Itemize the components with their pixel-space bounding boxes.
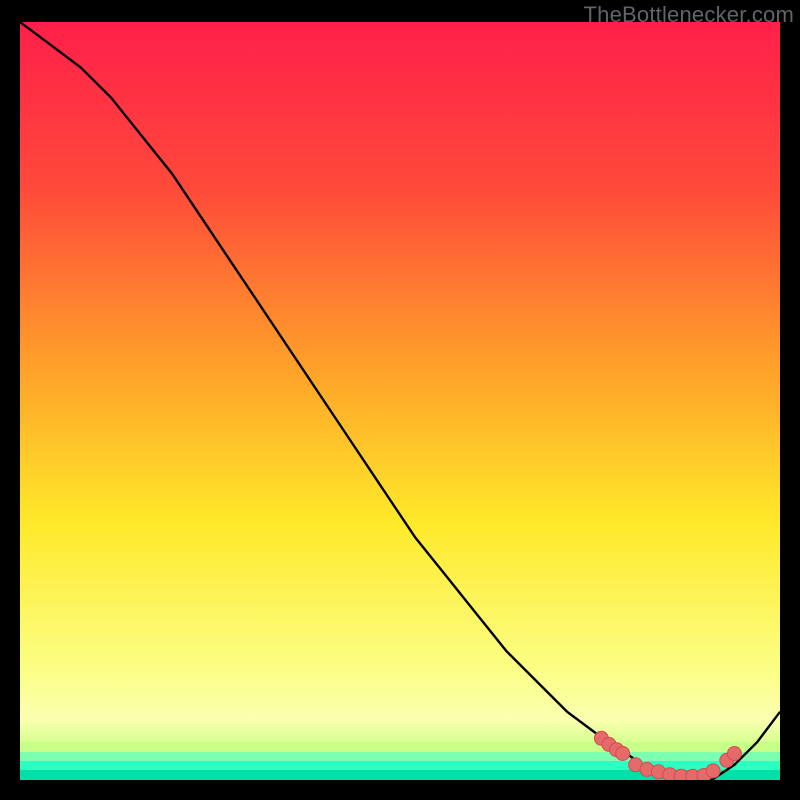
data-dot	[727, 747, 741, 761]
gradient-background	[20, 22, 780, 780]
watermark-label: TheBottlenecker.com	[584, 2, 794, 28]
plot-area	[20, 22, 780, 780]
data-dot	[616, 747, 630, 761]
bottleneck-chart	[20, 22, 780, 780]
stripe-upper	[20, 742, 780, 752]
stripe-mid1	[20, 752, 780, 761]
chart-frame: TheBottlenecker.com	[0, 0, 800, 800]
data-dot	[706, 764, 720, 778]
